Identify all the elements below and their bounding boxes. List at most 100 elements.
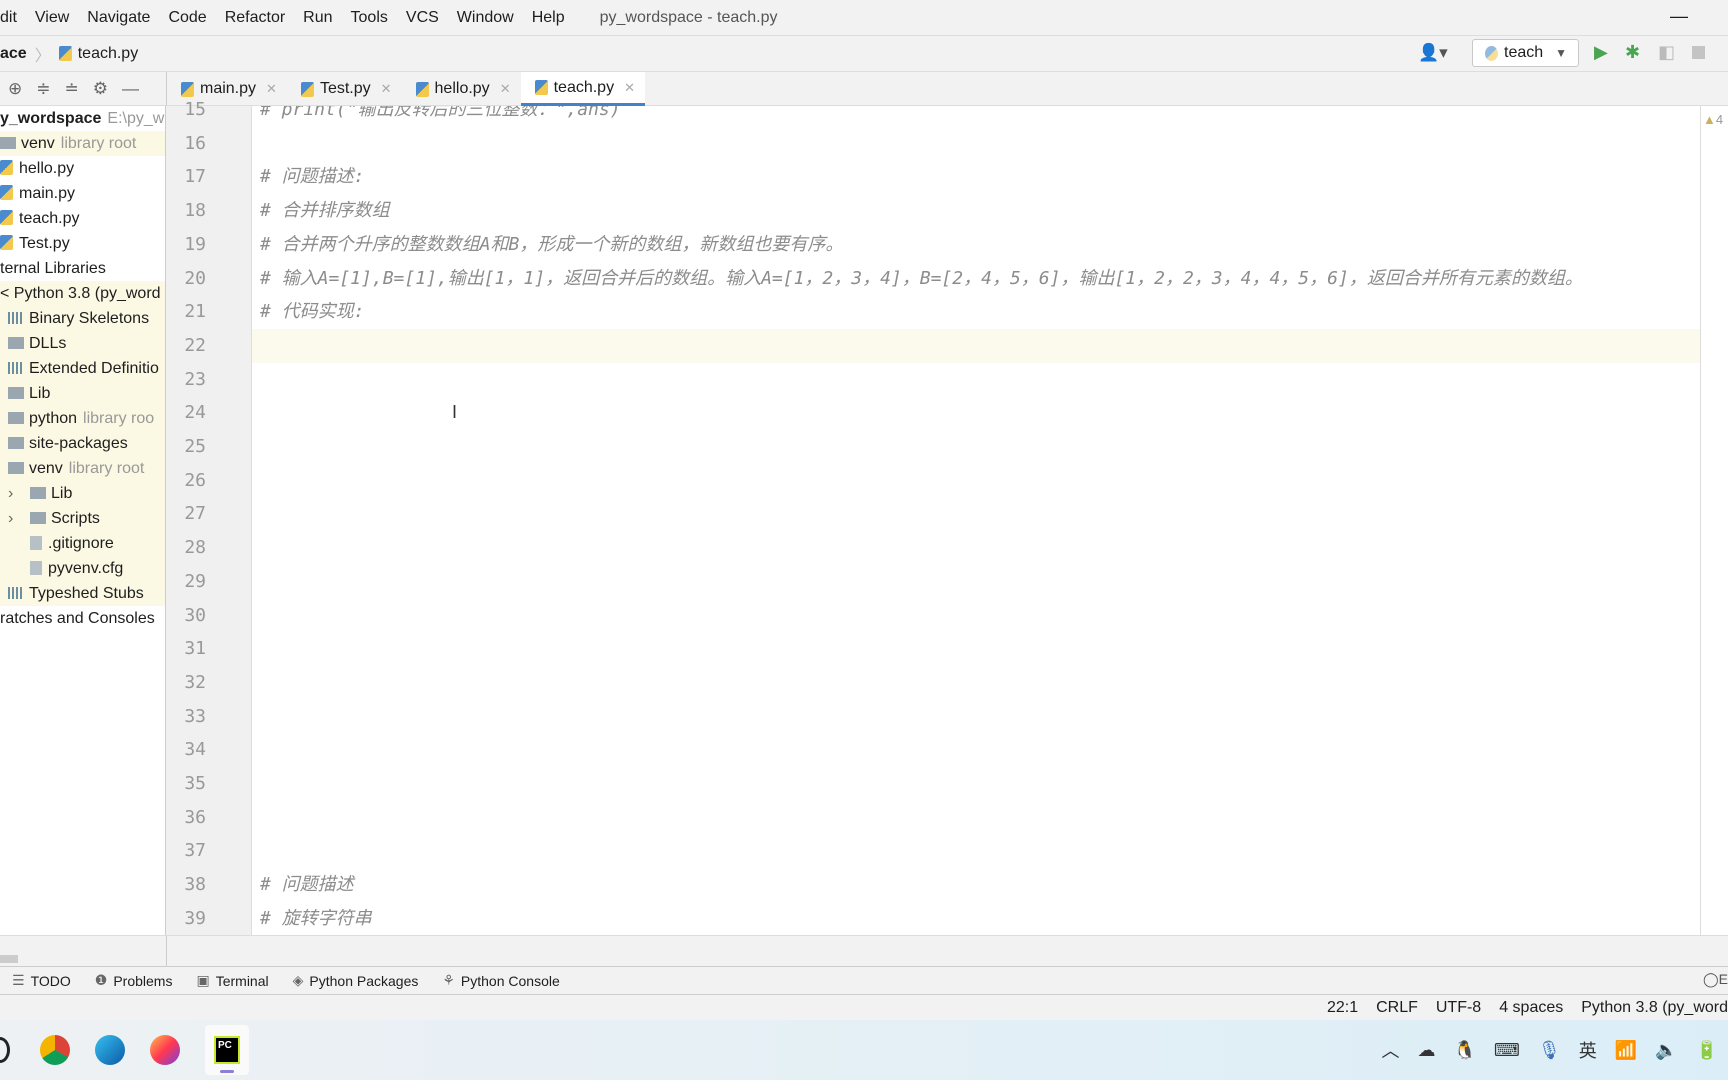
interpreter-selector[interactable]: Python 3.8 (py_word — [1581, 999, 1728, 1017]
wifi-icon[interactable]: 📶 — [1615, 1040, 1637, 1061]
breadcrumb-separator: 〉 — [34, 47, 51, 65]
menu-help[interactable]: Help — [523, 9, 574, 27]
active-indicator — [220, 1070, 234, 1073]
line-number: 15 — [184, 99, 206, 120]
menu-navigate[interactable]: Navigate — [78, 9, 159, 27]
tab-teach-py[interactable]: teach.py ✕ — [520, 72, 645, 106]
menu-run[interactable]: Run — [294, 9, 341, 27]
tool-window-problems[interactable]: ❶ Problems — [95, 972, 173, 989]
tree-item[interactable]: venv library root — [0, 456, 165, 481]
chevron-right-icon[interactable]: › — [8, 506, 13, 531]
volume-icon[interactable]: 🔈 — [1655, 1040, 1677, 1061]
tab-Test-py[interactable]: Test.py ✕ — [287, 72, 402, 106]
tree-item[interactable]: pyvenv.cfg — [0, 556, 165, 581]
indent-setting[interactable]: 4 spaces — [1499, 999, 1563, 1017]
ime-indicator[interactable]: 英 — [1579, 1037, 1597, 1063]
breadcrumb-project[interactable]: ace — [0, 45, 27, 63]
minimize-button[interactable]: — — [1670, 6, 1688, 27]
menu-vcs[interactable]: VCS — [397, 9, 448, 27]
menu-tools[interactable]: Tools — [342, 9, 397, 27]
close-icon[interactable]: ✕ — [266, 81, 277, 97]
tree-item[interactable]: Typeshed Stubs — [0, 581, 165, 606]
close-icon[interactable]: ✕ — [381, 81, 392, 97]
run-icon[interactable]: ▶ — [1594, 42, 1608, 63]
tree-item[interactable]: y_wordspace E:\py_wo — [0, 106, 165, 131]
tool-window-python-packages[interactable]: ◈ Python Packages — [293, 972, 419, 989]
tree-item[interactable]: python library roo — [0, 406, 165, 431]
menu-window[interactable]: Window — [448, 9, 523, 27]
tree-item-label: venv — [21, 135, 55, 152]
tree-item[interactable]: teach.py — [0, 206, 165, 231]
tree-item[interactable]: Test.py — [0, 231, 165, 256]
tree-item[interactable]: ratches and Consoles — [0, 606, 165, 631]
tree-item[interactable]: ternal Libraries — [0, 256, 165, 281]
firefox-icon[interactable] — [150, 1035, 180, 1065]
stop-icon[interactable] — [1692, 46, 1705, 59]
tree-item[interactable]: venv library root — [0, 131, 165, 156]
navigation-bar: ace 〉 teach.py — [0, 35, 1728, 72]
tool-window-python-console[interactable]: ⚘ Python Console — [442, 972, 559, 989]
tree-item[interactable]: Extended Definitio — [0, 356, 165, 381]
battery-icon[interactable]: 🔋 — [1696, 1040, 1718, 1061]
tool-window-terminal[interactable]: ▣ Terminal — [196, 972, 268, 989]
line-number: 21 — [184, 301, 206, 323]
line-number: 32 — [184, 671, 206, 693]
tree-item[interactable]: site-packages — [0, 431, 165, 456]
edge-icon[interactable] — [95, 1035, 125, 1065]
tree-item[interactable]: Binary Skeletons — [0, 306, 165, 331]
warning-indicator[interactable]: ▲4 — [1703, 112, 1723, 127]
gear-icon[interactable]: ⚙ — [93, 79, 108, 99]
keyboard-icon[interactable]: ⌨ — [1494, 1040, 1520, 1061]
expand-all-icon[interactable]: ≑ — [36, 79, 50, 99]
scrollbar-thumb[interactable] — [0, 955, 18, 963]
warning-icon: ▲ — [1703, 112, 1716, 127]
code-line: # 问题描述 — [260, 874, 354, 896]
chevron-right-icon[interactable]: › — [8, 481, 13, 506]
coverage-icon[interactable]: ◧ — [1658, 42, 1675, 63]
debug-bug-icon[interactable]: ✱ — [1625, 42, 1640, 63]
cloud-icon[interactable]: ☁ — [1417, 1040, 1435, 1061]
user-icon[interactable]: 👤▾ — [1418, 43, 1448, 63]
search-icon[interactable] — [0, 1037, 10, 1063]
menu-view[interactable]: View — [26, 9, 78, 27]
code-line: # 代码实现: — [260, 301, 365, 323]
code-editor[interactable]: I # print("输出反转后的三位整数：",ans) # 问题描述: # 合并排… — [252, 106, 1700, 935]
hide-icon[interactable]: — — [122, 79, 139, 99]
microphone-icon[interactable]: 🎙 — [1538, 1040, 1561, 1061]
tree-item[interactable]: main.py — [0, 181, 165, 206]
tool-window-todo[interactable]: ☰ TODO — [12, 972, 71, 989]
problems-icon: ❶ — [94, 972, 108, 988]
caret-position[interactable]: 22:1 — [1327, 999, 1358, 1017]
horizontal-scrollbar[interactable] — [0, 935, 1728, 967]
collapse-all-icon[interactable]: ≐ — [65, 79, 79, 99]
line-separator[interactable]: CRLF — [1376, 999, 1418, 1017]
tree-item[interactable]: › Lib — [0, 481, 165, 506]
close-icon[interactable]: ✕ — [500, 81, 511, 97]
event-log-icon[interactable]: ◯E — [1703, 971, 1728, 988]
tree-item[interactable]: Lib — [0, 381, 165, 406]
tree-item[interactable]: .gitignore — [0, 531, 165, 556]
tab-hello-py[interactable]: hello.py ✕ — [402, 72, 521, 106]
tree-item[interactable]: DLLs — [0, 331, 165, 356]
run-config-label: teach — [1504, 44, 1544, 61]
file-encoding[interactable]: UTF-8 — [1436, 999, 1481, 1017]
menu-refactor[interactable]: Refactor — [216, 9, 294, 27]
tree-item-label: .gitignore — [48, 535, 114, 552]
chrome-icon[interactable] — [40, 1035, 70, 1065]
menu-code[interactable]: Code — [159, 9, 215, 27]
tree-item[interactable]: < Python 3.8 (py_word — [0, 281, 165, 306]
locate-icon[interactable]: ⊕ — [8, 79, 22, 99]
close-icon[interactable]: ✕ — [624, 80, 635, 96]
chevron-up-icon[interactable]: ︿ — [1381, 1037, 1399, 1063]
qq-icon[interactable]: 🐧 — [1453, 1040, 1475, 1061]
pycharm-taskbar-button[interactable]: PC — [205, 1025, 249, 1075]
line-number: 17 — [184, 166, 206, 188]
tree-item[interactable]: › Scripts — [0, 506, 165, 531]
line-number: 16 — [184, 132, 206, 154]
breadcrumb-file[interactable]: teach.py — [78, 45, 138, 63]
line-number: 24 — [184, 402, 206, 424]
line-number: 38 — [184, 874, 206, 896]
menu-dit[interactable]: dit — [0, 9, 26, 27]
run-config-selector[interactable]: teach ▼ — [1472, 39, 1579, 67]
tree-item[interactable]: hello.py — [0, 156, 165, 181]
